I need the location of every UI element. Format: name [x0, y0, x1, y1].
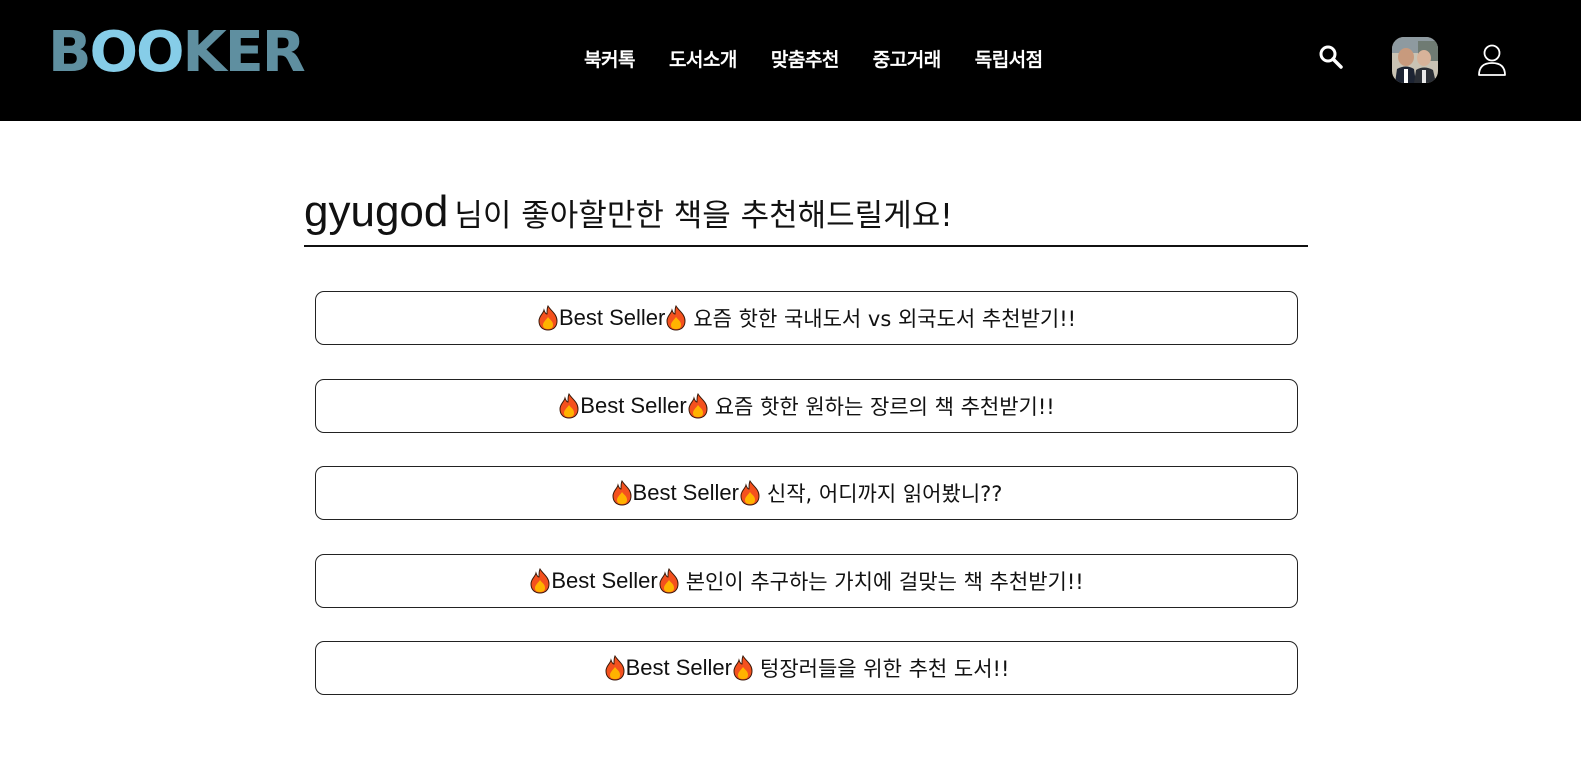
page-title-text: 님이 좋아할만한 책을 추천해드릴게요!: [454, 198, 953, 234]
recommend-button-budget[interactable]: Best Seller 텅장러들을 위한 추천 도서!!: [315, 641, 1298, 695]
recommendation-list: Best Seller 요즘 핫한 국내도서 vs 외국도서 추천받기!! Be…: [315, 291, 1298, 729]
recommend-button-label: 신작, 어디까지 읽어봤니??: [766, 482, 1003, 506]
search-icon[interactable]: [1318, 44, 1344, 70]
fire-icon: [666, 305, 686, 331]
recommend-button-domestic-foreign[interactable]: Best Seller 요즘 핫한 국내도서 vs 외국도서 추천받기!!: [315, 291, 1298, 345]
fire-icon: [559, 392, 579, 419]
logo-letter-k: K: [182, 20, 227, 85]
recommend-button-new-releases[interactable]: Best Seller 신작, 어디까지 읽어봤니??: [315, 466, 1298, 520]
recommend-button-genre[interactable]: Best Seller 요즘 핫한 원하는 장르의 책 추천받기!!: [315, 378, 1298, 433]
best-seller-label: Best Seller: [625, 655, 732, 680]
nav-item-recommend[interactable]: 맞춤추천: [771, 46, 839, 74]
recommend-button-values[interactable]: Best Seller 본인이 추구하는 가치에 걸맞는 책 추천받기!!: [315, 553, 1298, 608]
logo-letter-o2: O: [136, 20, 185, 85]
fire-icon: [659, 567, 679, 594]
fire-icon: [688, 392, 708, 419]
logo-letter-r: R: [261, 20, 306, 85]
recommend-button-label: 텅장러들을 위한 추천 도서!!: [760, 657, 1010, 681]
best-seller-label: Best Seller: [632, 480, 739, 505]
logo-letter-e: E: [224, 20, 264, 85]
nav-item-book-intro[interactable]: 도서소개: [669, 46, 737, 74]
main-nav: 북커톡 도서소개 맞춤추천 중고거래 독립서점: [584, 46, 1043, 74]
fire-icon: [605, 655, 625, 681]
fire-icon: [530, 567, 550, 594]
top-header: BOOKER 북커톡 도서소개 맞춤추천 중고거래 독립서점: [0, 0, 1581, 121]
nav-item-booktalk[interactable]: 북커톡: [584, 46, 635, 74]
fire-icon: [538, 305, 558, 331]
avatar[interactable]: [1392, 37, 1438, 83]
nav-item-used-trade[interactable]: 중고거래: [873, 46, 941, 74]
booker-logo[interactable]: BOOKER: [48, 20, 306, 85]
best-seller-label: Best Seller: [551, 567, 658, 593]
logo-letter-b: B: [48, 20, 92, 85]
logo-letter-o1: O: [89, 20, 139, 85]
fire-icon: [733, 655, 753, 681]
recommend-button-label: 요즘 핫한 원하는 장르의 책 추천받기!!: [714, 394, 1055, 419]
user-icon[interactable]: [1477, 43, 1507, 77]
recommend-button-label: 본인이 추구하는 가치에 걸맞는 책 추천받기!!: [685, 569, 1084, 594]
username: gyugod: [304, 187, 449, 236]
recommend-button-label: 요즘 핫한 국내도서 vs 외국도서 추천받기!!: [693, 307, 1077, 331]
page-title: gyugod 님이 좋아할만한 책을 추천해드릴게요!: [304, 187, 1308, 247]
main-content: gyugod 님이 좋아할만한 책을 추천해드릴게요! Best Seller 요…: [0, 121, 1581, 783]
nav-item-indie-store[interactable]: 독립서점: [975, 46, 1043, 74]
best-seller-label: Best Seller: [580, 392, 687, 418]
fire-icon: [612, 480, 632, 506]
fire-icon: [740, 480, 760, 506]
best-seller-label: Best Seller: [558, 305, 666, 330]
